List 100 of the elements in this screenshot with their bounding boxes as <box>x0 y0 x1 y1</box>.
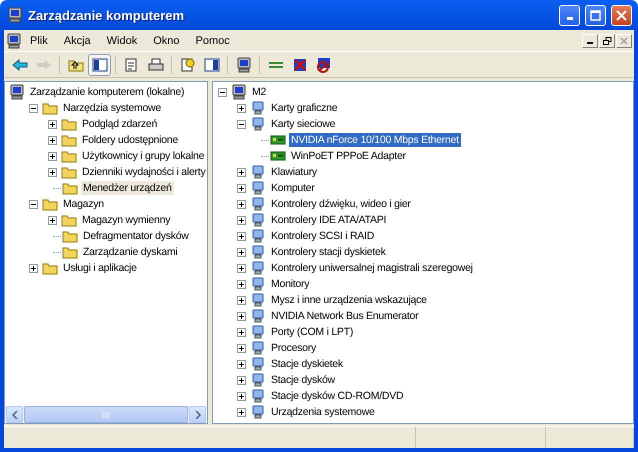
device-icon <box>250 116 266 132</box>
disable-icon <box>316 56 332 72</box>
device-icon <box>250 356 266 372</box>
scroll-left-button[interactable] <box>6 406 23 423</box>
tree-item[interactable]: Stacje dysków CD-ROM/DVD <box>269 389 406 403</box>
computer-icon <box>231 84 247 100</box>
tree-item[interactable]: Porty (COM i LPT) <box>269 325 356 339</box>
minimize-icon <box>566 16 572 20</box>
tree-item[interactable]: Menedżer urządzeń <box>81 181 174 195</box>
device-icon <box>250 164 266 180</box>
minimize-icon <box>587 42 593 44</box>
tree-item[interactable]: Użytkownicy i grupy lokalne <box>80 149 206 163</box>
collapse-icon[interactable] <box>237 120 246 128</box>
expand-icon[interactable] <box>48 152 57 160</box>
expand-icon[interactable] <box>237 168 246 176</box>
horizontal-scrollbar[interactable] <box>5 406 207 423</box>
collapse-icon[interactable] <box>29 104 38 112</box>
expand-icon[interactable] <box>237 328 246 336</box>
tree-item[interactable]: Stacje dysków <box>269 373 337 387</box>
expand-icon[interactable] <box>48 120 57 128</box>
device-icon <box>250 212 266 228</box>
expand-icon[interactable] <box>48 136 57 144</box>
expand-icon[interactable] <box>48 168 57 176</box>
expand-icon[interactable] <box>237 376 246 384</box>
maximize-icon <box>590 10 601 20</box>
tree-item[interactable]: Procesory <box>269 341 318 355</box>
tree-item[interactable]: Foldery udostępnione <box>80 133 180 147</box>
window-title: Zarządzanie komputerem <box>28 8 186 22</box>
expand-icon[interactable] <box>237 296 246 304</box>
tree-item[interactable]: Podgląd zdarzeń <box>80 117 160 131</box>
device-icon <box>250 308 266 324</box>
expand-icon[interactable] <box>237 200 246 208</box>
tree-item[interactable]: WinPoET PPPoE Adapter <box>289 149 408 163</box>
restore-button[interactable] <box>599 34 615 48</box>
device-icon <box>250 276 266 292</box>
tree-item[interactable]: Urządzenia systemowe <box>269 405 377 419</box>
tree-item[interactable]: Kontrolery uniwersalnej magistrali szeregowej <box>269 261 475 275</box>
tree-item[interactable]: NVIDIA nForce 10/100 Mbps Ethernet <box>289 133 461 147</box>
menu-item[interactable]: Okno <box>145 32 188 48</box>
expand-icon[interactable] <box>237 280 246 288</box>
expand-icon[interactable] <box>237 344 246 352</box>
tree-item[interactable]: M2 <box>250 85 268 99</box>
minimize-button[interactable] <box>582 34 598 48</box>
close-button[interactable] <box>611 4 632 26</box>
device-icon <box>250 244 266 260</box>
document-icon <box>6 32 22 48</box>
expand-icon[interactable] <box>237 248 246 256</box>
device-icon <box>250 292 266 308</box>
menu-item[interactable]: Pomoc <box>188 32 238 48</box>
expand-icon[interactable] <box>237 392 246 400</box>
expand-icon[interactable] <box>237 408 246 416</box>
maximize-button[interactable] <box>585 4 606 26</box>
device-icon <box>250 404 266 420</box>
tree-item[interactable]: NVIDIA Network Bus Enumerator <box>269 309 420 323</box>
tree-item[interactable]: Stacje dyskietek <box>269 357 345 371</box>
collapse-icon[interactable] <box>29 200 38 208</box>
tree-item[interactable]: Kontrolery dźwięku, wideo i gier <box>269 197 413 211</box>
tree-item[interactable]: Usługi i aplikacje <box>61 261 139 275</box>
device-icon <box>250 324 266 340</box>
menu-item[interactable]: Widok <box>98 32 146 48</box>
tree-item[interactable]: Magazyn wymienny <box>80 213 172 227</box>
tree-item[interactable]: Monitory <box>269 277 312 291</box>
tree-item[interactable]: Kontrolery IDE ATA/ATAPI <box>269 213 388 227</box>
device-icon <box>250 260 266 276</box>
expand-icon[interactable] <box>237 104 246 112</box>
expand-icon[interactable] <box>48 216 57 224</box>
expand-icon[interactable] <box>237 360 246 368</box>
toolbar-button[interactable] <box>88 54 111 76</box>
tree-item[interactable]: Dzienniki wydajności i alerty <box>80 165 207 179</box>
tree-item[interactable]: Klawiatury <box>269 165 319 179</box>
expand-icon[interactable] <box>237 216 246 224</box>
expand-icon[interactable] <box>29 264 38 272</box>
remove-icon <box>292 56 308 72</box>
tree-item[interactable]: Kontrolery SCSI i RAID <box>269 229 376 243</box>
close-button[interactable] <box>616 34 632 48</box>
scroll-right-button[interactable] <box>189 406 206 423</box>
tree-item[interactable]: Karty graficzne <box>269 101 340 115</box>
menu-item[interactable]: Akcja <box>56 32 99 48</box>
scroll-thumb[interactable] <box>24 406 188 423</box>
tree-item[interactable]: Narzędzia systemowe <box>61 101 163 115</box>
tree-item[interactable]: Magazyn <box>61 197 106 211</box>
device-icon <box>250 196 266 212</box>
collapse-icon[interactable] <box>218 88 227 96</box>
expand-icon[interactable] <box>237 312 246 320</box>
printer-icon <box>148 56 164 72</box>
tree-item[interactable]: Zarządzanie dyskami <box>81 245 180 259</box>
back-arrow-icon <box>12 56 28 72</box>
tree-item[interactable]: Mysz i inne urządzenia wskazujące <box>269 293 429 307</box>
expand-icon[interactable] <box>237 264 246 272</box>
tree-item[interactable]: Karty sieciowe <box>269 117 338 131</box>
menu-item[interactable]: Plik <box>22 32 56 48</box>
tree-item[interactable]: Zarządzanie komputerem (lokalne) <box>28 85 186 99</box>
device-icon <box>250 228 266 244</box>
tree-item[interactable]: Komputer <box>269 181 317 195</box>
expand-icon[interactable] <box>237 232 246 240</box>
properties-icon <box>124 56 140 72</box>
expand-icon[interactable] <box>237 184 246 192</box>
tree-item[interactable]: Defragmentator dysków <box>81 229 191 243</box>
device-icon <box>250 100 266 116</box>
tree-item[interactable]: Kontrolery stacji dyskietek <box>269 245 388 259</box>
